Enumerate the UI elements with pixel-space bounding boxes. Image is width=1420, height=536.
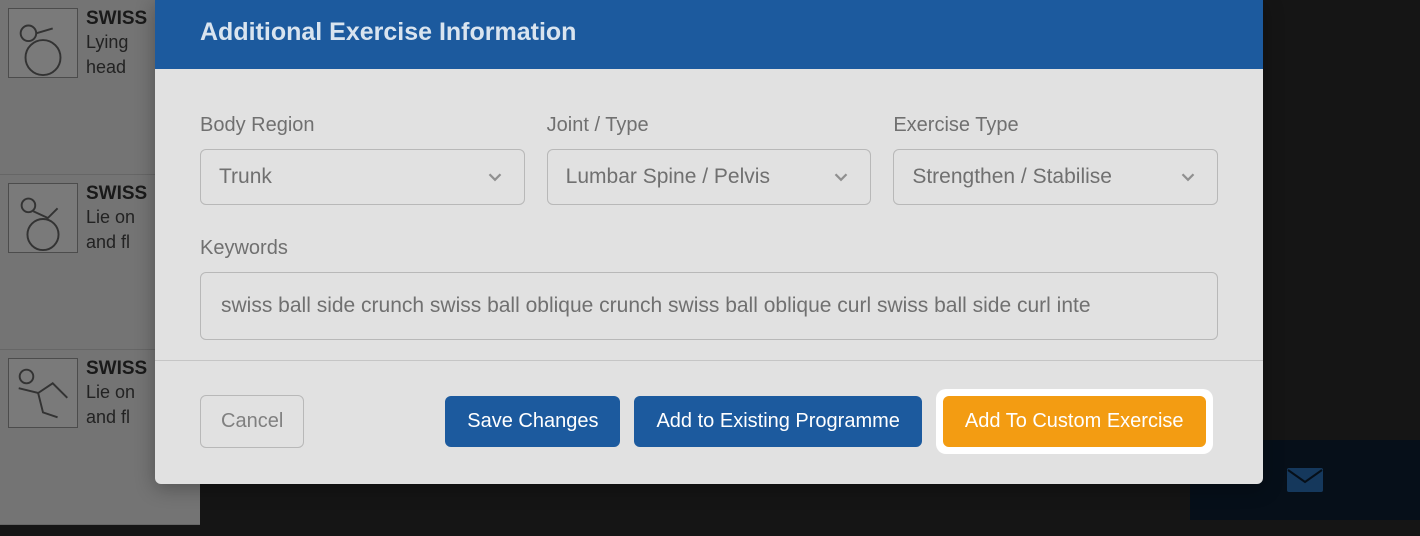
- field-label: Keywords: [200, 237, 1218, 260]
- field-label: Body Region: [200, 114, 525, 137]
- body-region-select[interactable]: Trunk: [200, 149, 525, 205]
- modal-footer: Cancel Save Changes Add to Existing Prog…: [155, 360, 1263, 484]
- highlight-wrapper: Add To Custom Exercise: [936, 389, 1213, 454]
- save-changes-button[interactable]: Save Changes: [445, 396, 620, 447]
- modal-header: Additional Exercise Information: [155, 0, 1263, 69]
- joint-type-select[interactable]: Lumbar Spine / Pelvis: [547, 149, 872, 205]
- keywords-field: Keywords: [200, 237, 1218, 340]
- field-label: Exercise Type: [893, 114, 1218, 137]
- add-to-existing-button[interactable]: Add to Existing Programme: [634, 396, 921, 447]
- field-row: Body Region Trunk Joint / Type Lumbar Sp…: [200, 114, 1218, 205]
- exercise-type-select[interactable]: Strengthen / Stabilise: [893, 149, 1218, 205]
- body-region-field: Body Region Trunk: [200, 114, 525, 205]
- select-value: Strengthen / Stabilise: [912, 165, 1177, 189]
- joint-type-field: Joint / Type Lumbar Spine / Pelvis: [547, 114, 872, 205]
- cancel-button[interactable]: Cancel: [200, 395, 304, 448]
- select-value: Lumbar Spine / Pelvis: [566, 165, 831, 189]
- field-label: Joint / Type: [547, 114, 872, 137]
- select-value: Trunk: [219, 165, 484, 189]
- chevron-down-icon: [830, 166, 852, 188]
- exercise-type-field: Exercise Type Strengthen / Stabilise: [893, 114, 1218, 205]
- chevron-down-icon: [484, 166, 506, 188]
- keywords-input[interactable]: [200, 272, 1218, 340]
- add-to-custom-button[interactable]: Add To Custom Exercise: [943, 396, 1206, 447]
- modal-title: Additional Exercise Information: [200, 18, 1218, 47]
- chevron-down-icon: [1177, 166, 1199, 188]
- modal-body: Body Region Trunk Joint / Type Lumbar Sp…: [155, 69, 1263, 360]
- modal-dialog: Additional Exercise Information Body Reg…: [155, 0, 1263, 484]
